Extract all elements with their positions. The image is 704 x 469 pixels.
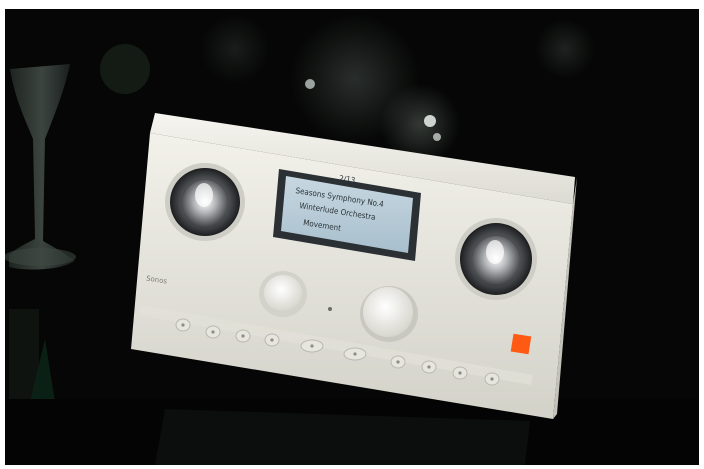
- photo-frame: Sonos 2/13 Seasons Symphony No.4 Winterl…: [5, 9, 699, 465]
- preset-button-mark: [458, 371, 462, 375]
- preset-button-mark: [490, 377, 494, 381]
- preset-button-mark: [211, 330, 215, 334]
- preset-button-mark: [353, 352, 357, 356]
- preset-buttons: [175, 318, 500, 386]
- preset-button-mark: [396, 360, 400, 364]
- photo-scene: Sonos 2/13 Seasons Symphony No.4 Winterl…: [5, 9, 699, 465]
- preset-button-mark: [241, 334, 245, 338]
- preset-button-mark: [270, 338, 274, 342]
- preset-button-mark: [427, 365, 431, 369]
- preset-button-mark: [310, 344, 314, 348]
- preset-button-mark: [181, 323, 185, 327]
